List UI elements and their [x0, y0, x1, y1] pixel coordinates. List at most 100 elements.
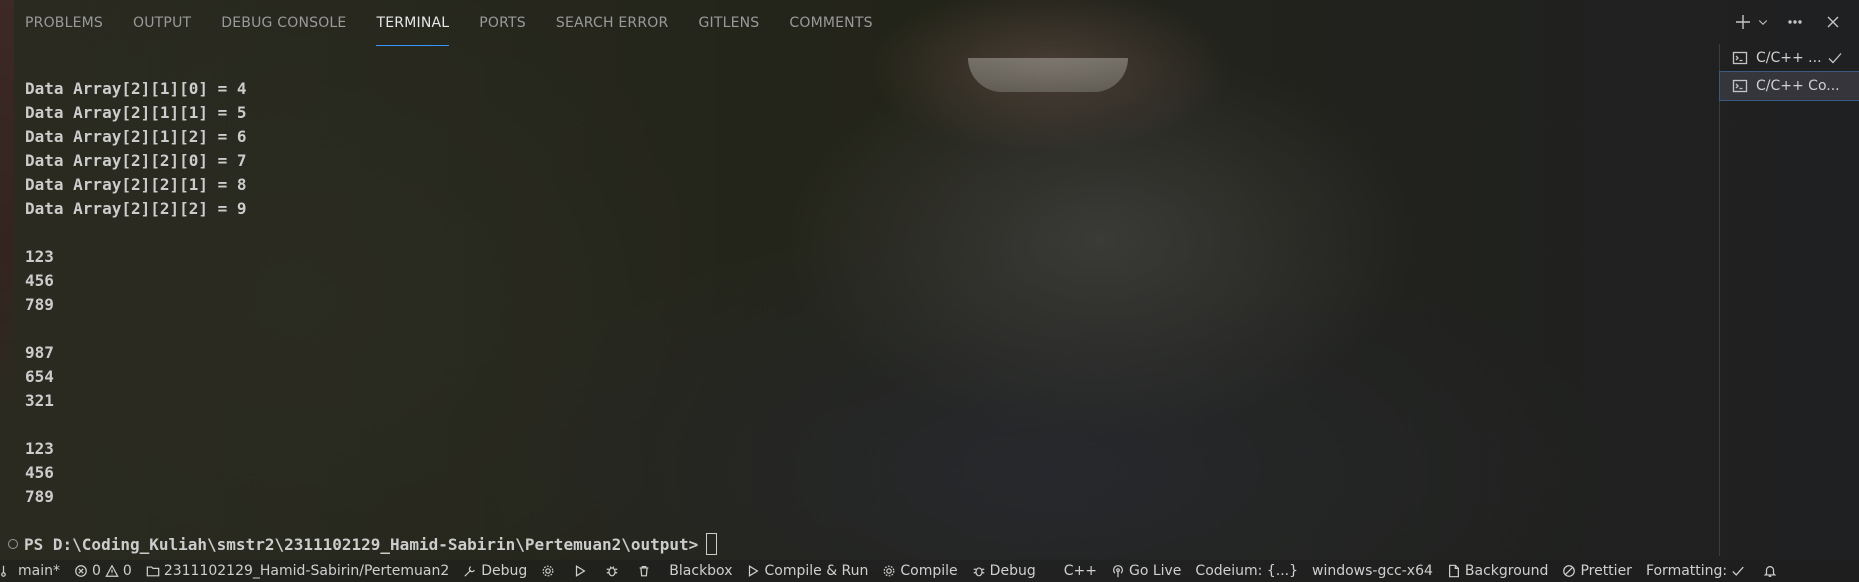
- folder-status[interactable]: 2311102129_Hamid-Sabirin/Pertemuan2: [139, 560, 456, 582]
- plus-icon: [1736, 15, 1750, 29]
- run-button[interactable]: [566, 560, 598, 582]
- error-icon: [75, 565, 87, 577]
- compile-label: Compile: [900, 563, 958, 579]
- compile-run-button[interactable]: Compile & Run: [739, 560, 875, 582]
- error-count: 0: [91, 563, 101, 579]
- terminal-line: 321: [25, 391, 54, 410]
- tab-terminal[interactable]: TERMINAL: [376, 0, 450, 46]
- branch-status[interactable]: main*: [0, 560, 67, 582]
- terminal-instance-label: C/C++ ...: [1756, 50, 1822, 66]
- folder-icon: [146, 566, 160, 577]
- panel: PROBLEMS OUTPUT DEBUG CONSOLE TERMINAL P…: [0, 0, 1859, 582]
- bug-icon: [973, 567, 984, 577]
- blackbox-status[interactable]: Blackbox: [662, 560, 739, 582]
- terminal-dropdown-button[interactable]: [1757, 10, 1769, 34]
- warning-icon: [105, 564, 119, 577]
- terminal-prompt-row[interactable]: PS D:\Coding_Kuliah\smstr2\2311102129_Ha…: [8, 532, 718, 556]
- check-icon: [1732, 566, 1744, 576]
- blackbox-label: Blackbox: [669, 563, 733, 579]
- play-icon: [749, 565, 760, 577]
- file-icon: [1448, 564, 1459, 578]
- codeium-status[interactable]: Codeium: {...}: [1188, 560, 1305, 582]
- more-icon: [1788, 20, 1802, 24]
- terminal-icon: [1732, 51, 1748, 65]
- debug-button-label: Debug: [989, 563, 1036, 579]
- terminal-line: Data Array[2][1][2] = 6: [25, 127, 247, 146]
- gear-icon: [542, 565, 554, 577]
- tab-problems[interactable]: PROBLEMS: [25, 0, 103, 46]
- panel-tabs: PROBLEMS OUTPUT DEBUG CONSOLE TERMINAL P…: [0, 0, 1859, 46]
- terminal-line: 654: [25, 367, 54, 386]
- terminal-instance[interactable]: C/C++ ...: [1720, 44, 1859, 72]
- broadcast-icon: [1112, 565, 1123, 578]
- terminal-prompt: PS D:\Coding_Kuliah\smstr2\2311102129_Ha…: [24, 534, 699, 554]
- delete-button[interactable]: [630, 560, 662, 582]
- command-decoration-icon[interactable]: [8, 539, 18, 549]
- chevron-down-icon: [1758, 20, 1768, 25]
- compiler-label: windows-gcc-x64: [1312, 563, 1433, 579]
- tab-debug-console[interactable]: DEBUG CONSOLE: [221, 0, 346, 46]
- tab-search-error[interactable]: SEARCH ERROR: [556, 0, 669, 46]
- close-panel-button[interactable]: [1821, 10, 1845, 34]
- language-label: C++: [1063, 563, 1097, 579]
- tab-gitlens[interactable]: GITLENS: [698, 0, 759, 46]
- bug-icon: [607, 566, 618, 577]
- tab-ports[interactable]: PORTS: [479, 0, 526, 46]
- panel-actions: [1731, 10, 1845, 34]
- new-terminal-button[interactable]: [1731, 10, 1755, 34]
- warning-count: 0: [122, 563, 132, 579]
- prettier-status[interactable]: Prettier: [1555, 560, 1639, 582]
- terminal-line: 789: [25, 487, 54, 506]
- terminal-line: 123: [25, 439, 54, 458]
- bug-button[interactable]: [598, 560, 630, 582]
- settings-button[interactable]: [534, 560, 566, 582]
- trash-icon: [639, 566, 649, 577]
- terminal-line: Data Array[2][2][0] = 7: [25, 151, 247, 170]
- background-status[interactable]: Background: [1440, 560, 1556, 582]
- terminal-line: 123: [25, 247, 54, 266]
- compile-run-label: Compile & Run: [764, 563, 869, 579]
- debug-button[interactable]: Debug: [965, 560, 1043, 582]
- terminal-line: 789: [25, 295, 54, 314]
- debug-label: Debug: [481, 563, 528, 579]
- terminal-line: Data Array[2][1][0] = 4: [25, 79, 247, 98]
- terminal-instance[interactable]: C/C++ Co...: [1719, 71, 1859, 101]
- prettier-label: Prettier: [1580, 563, 1632, 579]
- folder-label: 2311102129_Hamid-Sabirin/Pertemuan2: [163, 563, 450, 579]
- formatting-status[interactable]: Formatting:: [1639, 560, 1756, 582]
- terminal-icon: [1732, 79, 1748, 93]
- tools-icon: [464, 566, 476, 577]
- git-branch-icon: [1, 565, 6, 577]
- notifications-button[interactable]: [1756, 560, 1788, 582]
- tab-output[interactable]: OUTPUT: [133, 0, 191, 46]
- terminal-line: Data Array[2][2][2] = 9: [25, 199, 247, 218]
- debug-status[interactable]: Debug: [456, 560, 534, 582]
- terminal-cursor: [706, 533, 718, 555]
- close-icon: [1827, 16, 1839, 28]
- terminal-line: 456: [25, 463, 54, 482]
- prohibited-icon: [1563, 565, 1576, 577]
- language-mode[interactable]: C++: [1057, 560, 1104, 582]
- compiler-status[interactable]: windows-gcc-x64: [1305, 560, 1440, 582]
- compile-button[interactable]: Compile: [875, 560, 964, 582]
- formatting-label: Formatting:: [1645, 563, 1728, 579]
- terminal-output[interactable]: Data Array[2][1][0] = 4 Data Array[2][1]…: [25, 77, 1705, 509]
- problems-status[interactable]: 0 0: [67, 560, 139, 582]
- terminal-instance-label: C/C++ Co...: [1756, 78, 1840, 94]
- tab-comments[interactable]: COMMENTS: [789, 0, 872, 46]
- terminal-list: C/C++ ... C/C++ Co...: [1719, 44, 1859, 556]
- codeium-label: Codeium: {...}: [1195, 563, 1298, 579]
- terminal-line: Data Array[2][1][1] = 5: [25, 103, 247, 122]
- branch-label: main*: [18, 563, 60, 579]
- more-actions-button[interactable]: [1783, 10, 1807, 34]
- play-icon: [576, 565, 586, 577]
- gear-icon: [883, 565, 895, 577]
- go-live-button[interactable]: Go Live: [1104, 560, 1188, 582]
- status-bar: main* 0 0 2311102129_Hamid-Sabirin/Perte…: [0, 560, 1859, 582]
- terminal-line: 456: [25, 271, 54, 290]
- terminal-line: Data Array[2][2][1] = 8: [25, 175, 247, 194]
- check-icon: [1828, 53, 1842, 64]
